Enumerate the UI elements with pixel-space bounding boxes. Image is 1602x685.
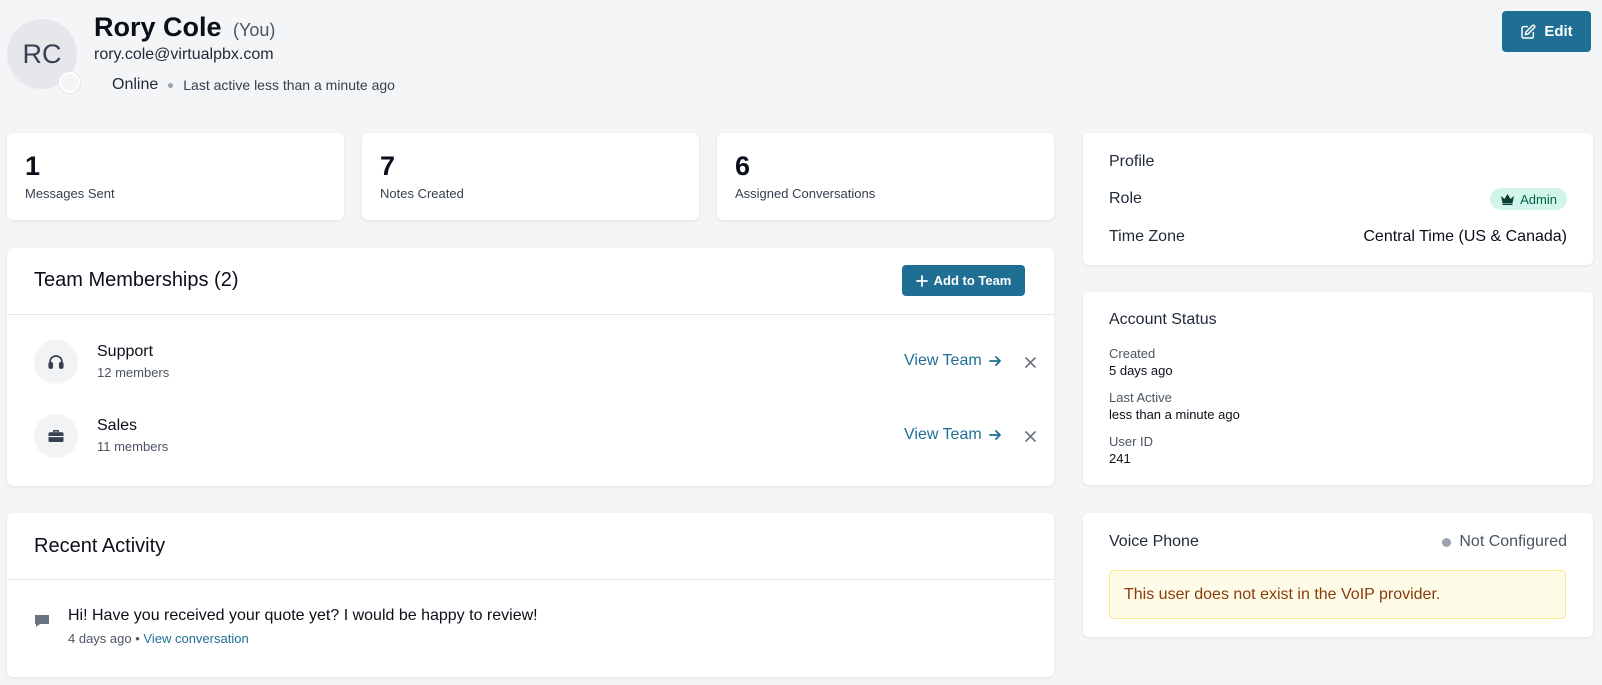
team-memberships-title: Team Memberships (2) [34,269,239,291]
last-active-label: Last Active [1109,390,1172,405]
activity-meta: 4 days ago • View conversation [68,631,249,646]
user-id-label: User ID [1109,434,1154,449]
chat-icon [35,615,49,627]
team-memberships-card: Team Memberships (2) Add to Team Support… [7,248,1054,486]
user-name: Rory Cole (You) [94,12,275,43]
status-dot [1442,537,1452,547]
team-icon-wrap [34,340,78,384]
user-header: RC Rory Cole (You) rory.cole@virtualpbx.… [0,0,1602,120]
arrow-right-icon [988,430,1001,440]
timezone-value: Central Time (US & Canada) [1363,228,1567,245]
separator-dot [168,82,174,88]
timezone-label: Time Zone [1109,228,1185,245]
view-conversation-link[interactable]: View conversation [143,631,248,646]
edit-label: Edit [1544,23,1573,40]
team-row-sales: Sales 11 members View Team [34,414,1036,460]
account-status-card: Account Status Created 5 days ago Last A… [1083,292,1593,485]
close-icon [1024,430,1036,442]
add-to-team-label: Add to Team [933,273,1012,288]
remove-team-button[interactable] [1020,352,1040,372]
team-member-count: 11 members [97,439,169,454]
remove-team-button[interactable] [1020,426,1040,446]
stat-value: 6 [735,151,751,181]
team-name: Support [97,343,154,360]
role-value: Admin [1520,191,1557,207]
stat-card-notes: 7 Notes Created [362,133,699,220]
account-status-title: Account Status [1109,311,1217,328]
team-name: Sales [97,417,138,434]
close-icon [1024,356,1036,368]
edit-icon [1521,24,1536,39]
view-team-label: View Team [904,352,982,369]
user-email: rory.cole@virtualpbx.com [94,46,274,63]
team-icon-wrap [34,414,78,458]
team-row-support: Support 12 members View Team [34,340,1036,386]
stat-card-messages: 1 Messages Sent [7,133,344,220]
presence-indicator [59,72,80,93]
role-label: Role [1109,190,1142,207]
online-status: Online [112,76,159,93]
role-badge: Admin [1490,188,1567,210]
you-label: (You) [233,20,276,40]
view-team-link[interactable]: View Team [904,426,1002,444]
section-divider [7,314,1054,315]
view-team-label: View Team [904,426,982,443]
add-to-team-button[interactable]: Add to Team [902,265,1025,296]
voice-phone-title: Voice Phone [1109,533,1199,550]
plus-icon [915,274,928,287]
status-line: Online Last active less than a minute ag… [112,76,395,94]
last-active-value: less than a minute ago [1109,407,1240,422]
view-team-link[interactable]: View Team [904,352,1002,370]
activity-time: 4 days ago [68,631,132,646]
last-active-text: Last active less than a minute ago [183,77,395,93]
stat-label: Messages Sent [25,186,115,201]
crown-icon [1501,194,1515,205]
created-value: 5 days ago [1109,363,1173,378]
voip-warning: This user does not exist in the VoIP pro… [1109,570,1566,619]
stat-value: 7 [380,151,396,181]
stat-value: 1 [25,151,41,181]
user-name-text: Rory Cole [94,12,222,42]
activity-separator: • [135,631,140,646]
stat-card-conversations: 6 Assigned Conversations [717,133,1054,220]
voice-status-text: Not Configured [1459,533,1567,550]
section-divider [7,579,1054,580]
edit-button[interactable]: Edit [1502,11,1591,52]
team-member-count: 12 members [97,365,170,380]
created-label: Created [1109,346,1156,361]
user-id-value: 241 [1109,451,1131,466]
recent-activity-title: Recent Activity [34,535,166,557]
arrow-right-icon [988,356,1001,366]
activity-text: Hi! Have you received your quote yet? I … [68,607,538,624]
profile-card: Profile Role Admin Time Zone Central Tim… [1083,133,1593,265]
stat-label: Assigned Conversations [735,186,876,201]
voice-status: Not Configured [1442,533,1567,551]
voice-phone-card: Voice Phone Not Configured This user doe… [1083,513,1593,637]
profile-title: Profile [1109,153,1155,170]
recent-activity-card: Recent Activity Hi! Have you received yo… [7,513,1054,677]
briefcase-icon [48,430,64,442]
stat-label: Notes Created [380,186,464,201]
headset-icon [48,355,64,369]
